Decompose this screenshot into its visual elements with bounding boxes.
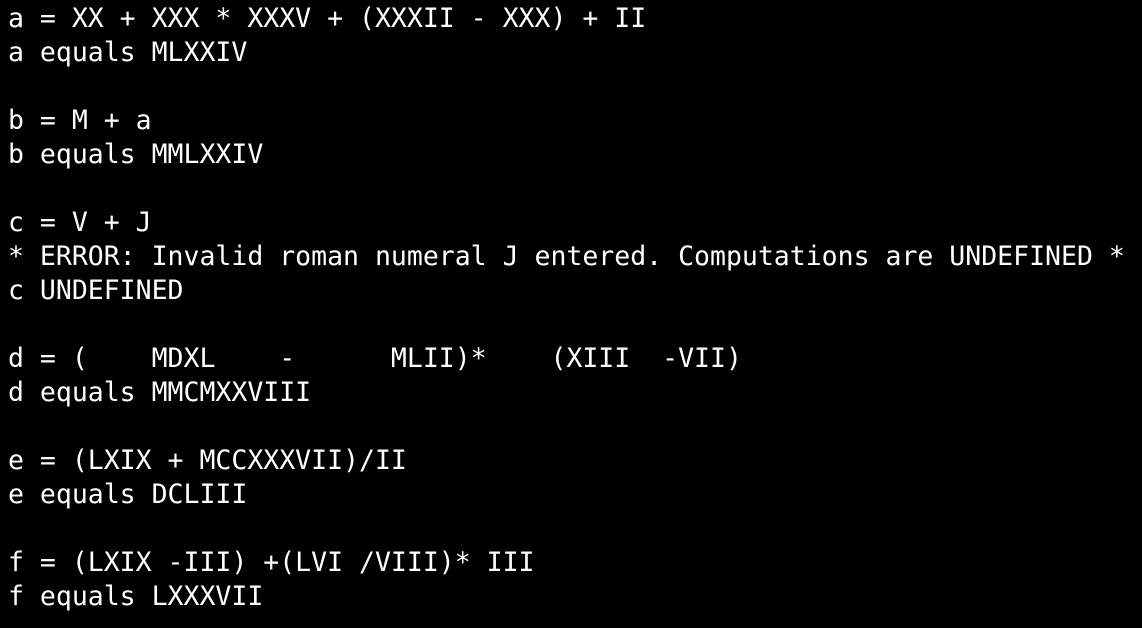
terminal-output: a = XX + XXX * XXXV + (XXXII - XXX) + II… bbox=[8, 2, 1142, 628]
expression-b-line: b = M + a bbox=[8, 105, 152, 136]
result-e-line: e equals DCLIII bbox=[8, 479, 248, 510]
result-b-line: b equals MMLXXIV bbox=[8, 139, 264, 170]
result-a-line: a equals MLXXIV bbox=[8, 37, 248, 68]
result-d-line: d equals MMCMXXVIII bbox=[8, 377, 312, 408]
expression-f-line: f = (LXIX -III) +(LVI /VIII)* III bbox=[8, 547, 535, 578]
error-message-line: * ERROR: Invalid roman numeral J entered… bbox=[8, 241, 1125, 272]
expression-c-line: c = V + J bbox=[8, 207, 152, 238]
expression-a-line: a = XX + XXX * XXXV + (XXXII - XXX) + II bbox=[8, 3, 647, 34]
result-f-line: f equals LXXXVII bbox=[8, 581, 264, 612]
expression-d-line: d = ( MDXL - MLII)* (XIII -VII) bbox=[8, 343, 742, 374]
result-c-line: c UNDEFINED bbox=[8, 275, 184, 306]
expression-e-line: e = (LXIX + MCCXXXVII)/II bbox=[8, 445, 407, 476]
